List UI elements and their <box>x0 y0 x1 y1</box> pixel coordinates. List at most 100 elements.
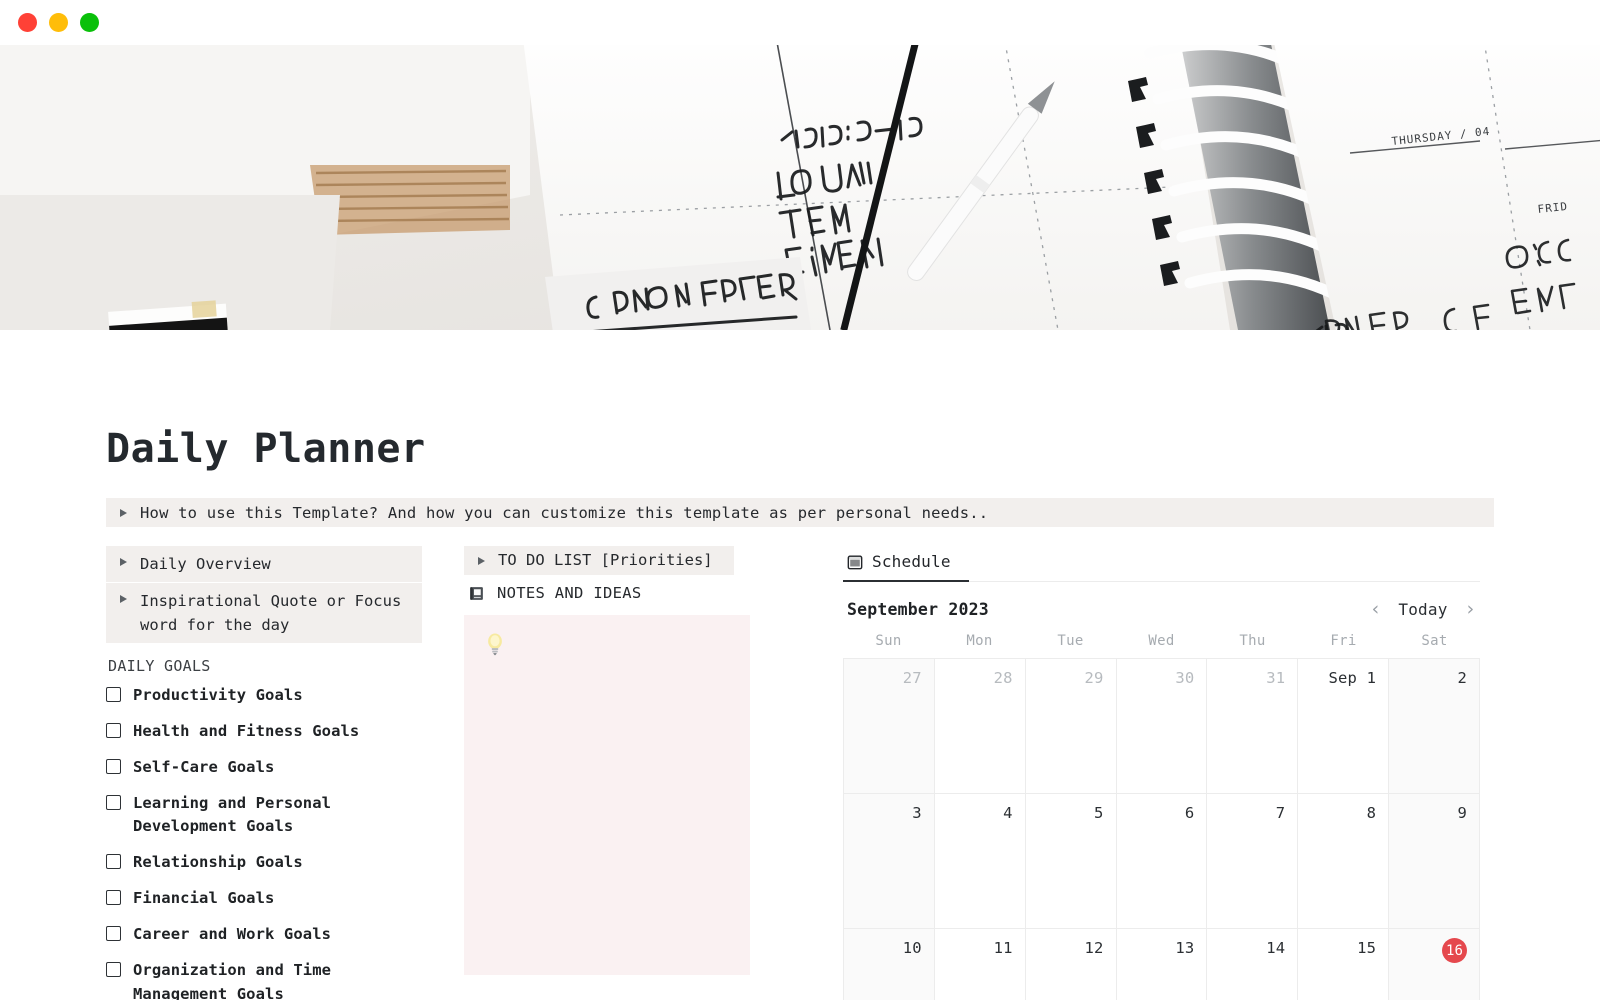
goal-item[interactable]: Organization and Time Management Goals <box>106 959 422 1000</box>
next-month-button[interactable]: › <box>1465 600 1476 619</box>
traffic-light-controls <box>18 12 99 32</box>
goal-item[interactable]: Learning and Personal Development Goals <box>106 792 422 840</box>
calendar-day-cell[interactable]: 30 <box>1116 659 1208 794</box>
calendar-day-cell[interactable]: 12 <box>1025 929 1117 1000</box>
goal-label: Relationship Goals <box>133 853 303 872</box>
goal-checkbox[interactable] <box>106 890 121 906</box>
calendar-day-cell[interactable]: 4 <box>934 794 1026 929</box>
goal-checkbox[interactable] <box>106 926 121 942</box>
day-number: 15 <box>1357 939 1377 957</box>
how-to-use-label: How to use this Template? And how you ca… <box>140 503 989 522</box>
tab-schedule-label: Schedule <box>872 552 951 571</box>
notebook-icon <box>470 586 483 600</box>
calendar-day-cell[interactable]: 10 <box>844 929 935 1000</box>
calendar-day-cell[interactable]: 9 <box>1389 794 1480 929</box>
goal-checkbox[interactable] <box>106 687 121 703</box>
goal-label: Learning and Personal Development Goals <box>133 793 332 836</box>
day-number: 30 <box>1175 669 1195 687</box>
todo-list-toggle[interactable]: TO DO LIST [Priorities] <box>464 546 734 575</box>
maximize-window-button[interactable] <box>80 12 99 32</box>
prev-month-button[interactable]: ‹ <box>1370 600 1381 619</box>
day-number: 10 <box>902 939 922 957</box>
calendar-day-cell[interactable]: Sep 1 <box>1298 659 1390 794</box>
page-content: Daily Planner How to use this Template? … <box>0 426 1600 1000</box>
weekday-label-sun: Sun <box>875 633 902 649</box>
calendar-tabbar: Schedule <box>843 546 1480 582</box>
calendar-day-cell[interactable]: 8 <box>1298 794 1390 929</box>
day-number: 27 <box>902 669 922 687</box>
weekday-label-fri: Fri <box>1330 633 1357 649</box>
today-date-badge: 16 <box>1441 938 1467 963</box>
goal-item[interactable]: Health and Fitness Goals <box>106 720 422 744</box>
goal-checkbox[interactable] <box>106 722 121 738</box>
calendar-day-cell[interactable]: 27 <box>844 659 935 794</box>
content-columns: Daily Overview Inspirational Quote or Fo… <box>0 546 1600 1000</box>
calendar-day-cell[interactable]: 5 <box>1025 794 1117 929</box>
cover-image: THURSDAY / 04 FRID <box>0 45 1600 330</box>
goal-label: Health and Fitness Goals <box>133 721 360 740</box>
inspirational-quote-toggle[interactable]: Inspirational Quote or Focus word for th… <box>106 583 422 644</box>
minimize-window-button[interactable] <box>49 12 68 32</box>
calendar-weekday-header: Sun Mon Tue Wed Thu Fri Sat <box>843 633 1480 658</box>
calendar-day-cell-today[interactable]: 16 <box>1389 929 1480 1000</box>
goal-checkbox[interactable] <box>106 961 121 977</box>
goal-label: Career and Work Goals <box>133 925 332 944</box>
weekday-label-tue: Tue <box>1057 633 1084 649</box>
goal-item[interactable]: Self-Care Goals <box>106 756 422 780</box>
daily-overview-label: Daily Overview <box>140 555 271 573</box>
calendar-icon <box>847 555 863 569</box>
goal-item[interactable]: Career and Work Goals <box>106 923 422 947</box>
calendar-day-cell[interactable]: 7 <box>1207 794 1299 929</box>
chevron-right-icon <box>120 558 127 566</box>
calendar-day-cell[interactable]: 2 <box>1389 659 1480 794</box>
day-number: 6 <box>1184 804 1195 822</box>
calendar-nav: ‹ Today › <box>1370 600 1476 620</box>
day-number: 4 <box>1003 804 1013 822</box>
goal-item[interactable]: Relationship Goals <box>106 851 422 875</box>
light-bulb-icon <box>488 633 502 656</box>
tab-schedule[interactable]: Schedule <box>843 552 969 582</box>
cover-image-illustration: THURSDAY / 04 FRID <box>0 45 1600 330</box>
left-column: Daily Overview Inspirational Quote or Fo… <box>106 546 422 1000</box>
calendar-day-cell[interactable]: 14 <box>1207 929 1299 1000</box>
close-window-button[interactable] <box>18 12 37 32</box>
calendar-day-cell[interactable]: 15 <box>1298 929 1390 1000</box>
app-window: THURSDAY / 04 FRID Daily Planner How to … <box>0 0 1600 1000</box>
goal-checkbox[interactable] <box>106 758 121 774</box>
day-number: 11 <box>993 939 1013 957</box>
goal-item[interactable]: Productivity Goals <box>106 684 422 708</box>
calendar-day-cell[interactable]: 28 <box>934 659 1026 794</box>
weekday-label-wed: Wed <box>1148 633 1175 649</box>
calendar-day-cell[interactable]: 13 <box>1116 929 1208 1000</box>
notes-and-ideas-label: NOTES AND IDEAS <box>497 584 642 602</box>
inspirational-quote-label: Inspirational Quote or Focus word for th… <box>140 592 402 635</box>
calendar-day-cell[interactable]: 11 <box>934 929 1026 1000</box>
calendar-month-label: September 2023 <box>847 600 989 619</box>
calendar-header: September 2023 ‹ Today › <box>843 582 1480 633</box>
goal-label: Self-Care Goals <box>133 757 275 776</box>
goal-label: Productivity Goals <box>133 686 303 705</box>
notes-callout-panel[interactable] <box>464 615 750 975</box>
goal-item[interactable]: Financial Goals <box>106 887 422 911</box>
weekday-label-mon: Mon <box>966 633 993 649</box>
day-number: 7 <box>1275 804 1286 822</box>
day-number: 31 <box>1266 669 1286 687</box>
todo-list-label: TO DO LIST [Priorities] <box>498 551 713 570</box>
daily-overview-toggle[interactable]: Daily Overview <box>106 546 422 583</box>
day-number: 14 <box>1266 939 1286 957</box>
day-number: 12 <box>1084 939 1104 957</box>
day-number: 3 <box>912 804 922 822</box>
goal-checkbox[interactable] <box>106 794 121 810</box>
weekday-label-thu: Thu <box>1239 633 1266 649</box>
today-button[interactable]: Today <box>1398 600 1447 619</box>
how-to-use-toggle[interactable]: How to use this Template? And how you ca… <box>106 498 1494 527</box>
calendar-day-cell[interactable]: 6 <box>1116 794 1208 929</box>
calendar-day-cell[interactable]: 29 <box>1025 659 1117 794</box>
calendar-day-cell[interactable]: 3 <box>844 794 935 929</box>
calendar-day-cell[interactable]: 31 <box>1207 659 1299 794</box>
day-number: 8 <box>1366 804 1377 822</box>
window-titlebar <box>0 0 1600 45</box>
daily-goals-heading: DAILY GOALS <box>108 657 211 676</box>
day-number: 13 <box>1175 939 1195 957</box>
goal-checkbox[interactable] <box>106 854 121 870</box>
